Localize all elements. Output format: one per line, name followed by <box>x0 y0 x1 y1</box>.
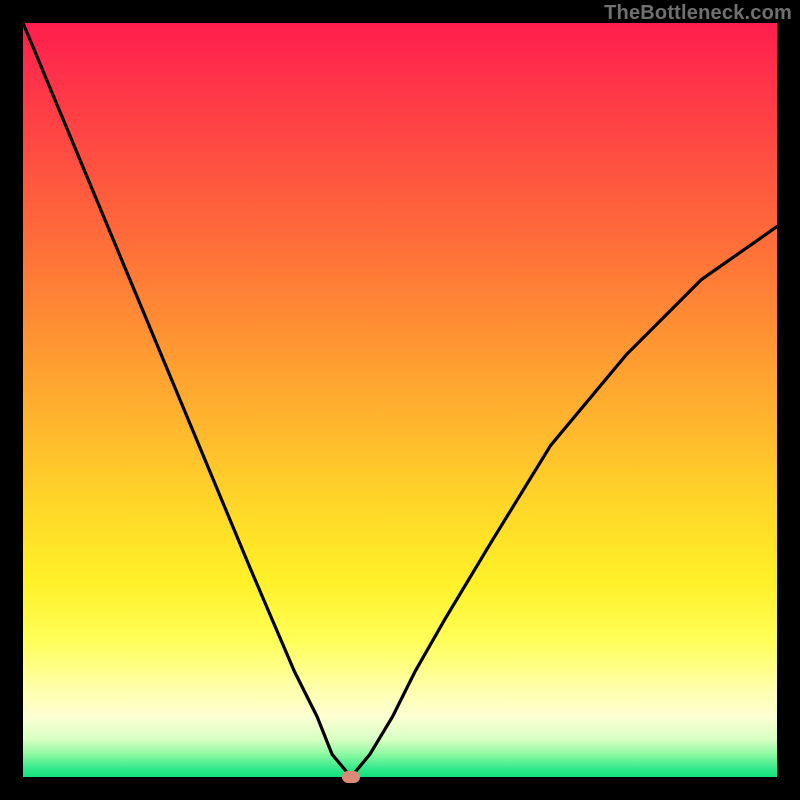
watermark-text: TheBottleneck.com <box>604 2 792 25</box>
plot-area <box>23 23 777 777</box>
chart-frame: TheBottleneck.com <box>0 0 800 800</box>
bottleneck-curve <box>23 23 777 777</box>
curve-path <box>23 23 777 777</box>
optimum-marker <box>342 771 360 783</box>
